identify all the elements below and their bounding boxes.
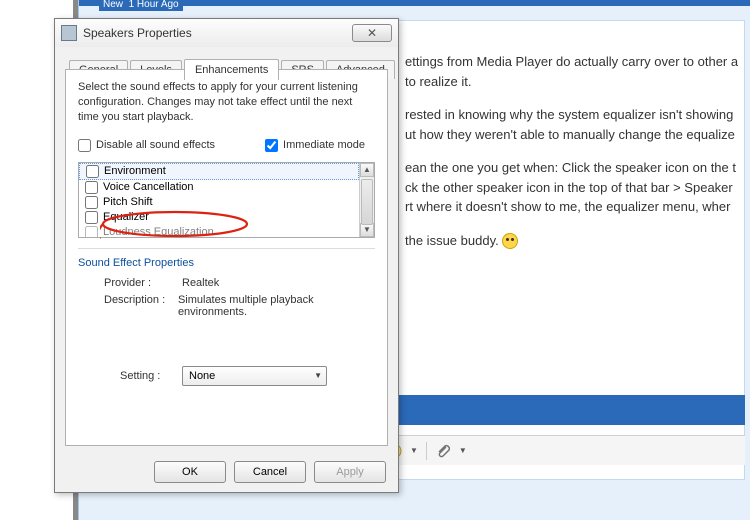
effect-label: Environment: [104, 165, 166, 177]
list-item[interactable]: Loudness Equalization: [79, 225, 359, 237]
effect-checkbox[interactable]: [85, 181, 98, 194]
effect-label: Loudness Equalization: [103, 226, 214, 237]
new-badge: New 1 Hour Ago: [99, 0, 183, 11]
setting-combobox[interactable]: None ▼: [182, 366, 327, 386]
effect-label: Voice Cancellation: [103, 181, 194, 193]
cancel-button[interactable]: Cancel: [234, 461, 306, 483]
disable-effects-row[interactable]: Disable all sound effects: [78, 139, 215, 152]
immediate-mode-row[interactable]: Immediate mode: [265, 139, 365, 152]
sound-effect-properties-group: Sound Effect Properties Provider : Realt…: [78, 248, 375, 386]
scroll-thumb[interactable]: [361, 179, 373, 225]
post-line: rt where it doesn't show to me, the equa…: [405, 199, 730, 214]
effect-label: Equalizer: [103, 211, 149, 223]
effect-checkbox[interactable]: [85, 226, 98, 237]
provider-value: Realtek: [182, 277, 219, 289]
effect-label: Pitch Shift: [103, 196, 153, 208]
chevron-down-icon: ▼: [314, 371, 322, 380]
time-text: 1 Hour Ago: [129, 0, 179, 10]
attach-icon[interactable]: [435, 443, 451, 459]
post-line: rested in knowing why the system equaliz…: [405, 107, 733, 122]
disable-effects-checkbox[interactable]: [78, 139, 91, 152]
dialog-icon: [61, 25, 77, 41]
list-item[interactable]: Environment: [79, 163, 359, 180]
enhancements-panel: Select the sound effects to apply for yo…: [65, 69, 388, 446]
immediate-mode-checkbox[interactable]: [265, 139, 278, 152]
post-text: ettings from Media Player do actually ca…: [405, 52, 745, 264]
toolbar-separator: [426, 442, 427, 460]
setting-label: Setting :: [120, 370, 182, 382]
post-line: ut how they weren't able to manually cha…: [405, 127, 735, 142]
close-button[interactable]: ✕: [352, 24, 392, 42]
speakers-properties-dialog: Speakers Properties ✕ General Levels Enh…: [54, 18, 399, 493]
dialog-title: Speakers Properties: [83, 26, 352, 40]
post-line: the issue buddy.: [405, 233, 502, 248]
immediate-mode-label: Immediate mode: [283, 139, 365, 151]
effect-checkbox[interactable]: [85, 211, 98, 224]
post-line: ck the other speaker icon in the top of …: [405, 180, 733, 195]
setting-value: None: [189, 370, 215, 382]
instruction-text: Select the sound effects to apply for yo…: [78, 80, 375, 125]
dialog-buttons: OK Cancel Apply: [55, 452, 398, 492]
description-value: Simulates multiple playback environments…: [178, 294, 375, 318]
post-line: ettings from Media Player do actually ca…: [405, 54, 738, 69]
apply-button[interactable]: Apply: [314, 461, 386, 483]
description-label: Description :: [104, 294, 178, 318]
post-line: ean the one you get when: Click the spea…: [405, 160, 736, 175]
new-badge-text: New: [103, 0, 123, 10]
tab-enhancements[interactable]: Enhancements: [184, 59, 279, 80]
scroll-down-icon[interactable]: ▼: [360, 223, 374, 237]
scroll-track[interactable]: [360, 177, 374, 223]
scroll-up-icon[interactable]: ▲: [360, 163, 374, 177]
post-line: to realize it.: [405, 74, 471, 89]
list-item[interactable]: Voice Cancellation: [79, 180, 359, 195]
list-item[interactable]: Equalizer: [79, 210, 359, 225]
smile-emoji-icon: [502, 233, 518, 249]
ok-button[interactable]: OK: [154, 461, 226, 483]
effects-list[interactable]: Environment Voice Cancellation Pitch Shi…: [78, 162, 375, 238]
provider-label: Provider :: [104, 277, 182, 289]
effect-checkbox[interactable]: [85, 196, 98, 209]
dialog-titlebar[interactable]: Speakers Properties ✕: [55, 19, 398, 47]
disable-effects-label: Disable all sound effects: [96, 139, 215, 151]
close-icon: ✕: [367, 26, 377, 40]
properties-title: Sound Effect Properties: [78, 257, 375, 269]
scrollbar[interactable]: ▲ ▼: [359, 163, 374, 237]
list-item[interactable]: Pitch Shift: [79, 195, 359, 210]
effect-checkbox[interactable]: [86, 165, 99, 178]
